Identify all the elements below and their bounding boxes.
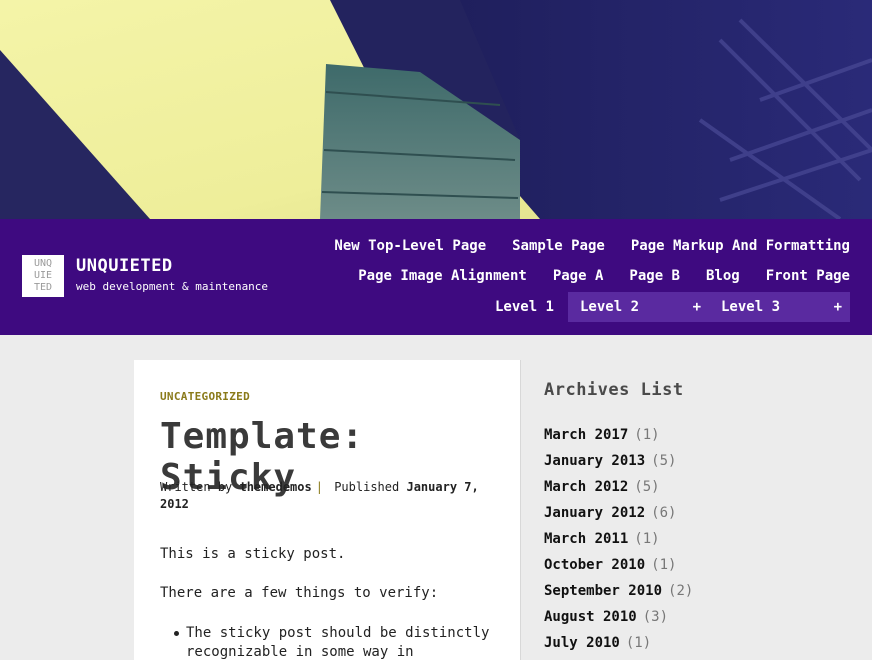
expand-icon[interactable]: + bbox=[834, 299, 842, 315]
logo-line: UNQ bbox=[33, 258, 53, 269]
nav-item-page-b[interactable]: Page B bbox=[629, 268, 680, 284]
archive-count: (2) bbox=[668, 583, 694, 599]
archive-count: (1) bbox=[634, 531, 660, 547]
nav-item-sample-page[interactable]: Sample Page bbox=[512, 238, 605, 254]
archive-link[interactable]: March 2017 bbox=[544, 427, 628, 443]
archive-link[interactable]: August 2010 bbox=[544, 609, 637, 625]
post-bullet-list: The sticky post should be distinctly rec… bbox=[174, 624, 494, 660]
post-author-link[interactable]: themedemos bbox=[239, 480, 311, 494]
archive-item: March 2017 (1) bbox=[544, 422, 854, 448]
post-meta: Written by themedemos | Published January… bbox=[160, 479, 490, 513]
primary-nav-row-2: Page Image Alignment Page A Page B Blog … bbox=[332, 268, 850, 284]
archive-count: (5) bbox=[651, 453, 677, 469]
archives-list: March 2017 (1) January 2013 (5) March 2012… bbox=[544, 422, 854, 656]
archive-item: July 2010 (1) bbox=[544, 630, 854, 656]
archive-link[interactable]: July 2010 bbox=[544, 635, 620, 651]
nav-item-level-3-label: Level 3 bbox=[721, 299, 781, 315]
post-article: UNCATEGORIZED Template: Sticky Written b… bbox=[134, 360, 521, 660]
meta-separator: | bbox=[315, 480, 323, 494]
expand-icon[interactable]: + bbox=[693, 299, 701, 315]
nav-item-front-page[interactable]: Front Page bbox=[766, 268, 850, 284]
nav-item-level-2-label: Level 2 bbox=[580, 299, 640, 315]
site-header: UNQ UIE TED UNQUIETED web development & … bbox=[0, 219, 872, 335]
archive-link[interactable]: January 2012 bbox=[544, 505, 645, 521]
archive-count: (6) bbox=[651, 505, 677, 521]
archive-item: March 2011 (1) bbox=[544, 526, 854, 552]
archive-item: March 2012 (5) bbox=[544, 474, 854, 500]
site-logo[interactable]: UNQ UIE TED bbox=[22, 255, 64, 297]
primary-nav-row-3: Level 1 Level 2 + Level 3 + bbox=[495, 292, 850, 322]
site-title[interactable]: UNQUIETED bbox=[76, 256, 173, 276]
archive-item: January 2013 (5) bbox=[544, 448, 854, 474]
archive-link[interactable]: January 2013 bbox=[544, 453, 645, 469]
submenu-dropdown: Level 2 + Level 3 + bbox=[568, 292, 850, 322]
sidebar: Archives List March 2017 (1) January 2013… bbox=[544, 380, 854, 656]
nav-item-page-markup-and-formatting[interactable]: Page Markup And Formatting bbox=[631, 238, 850, 254]
widget-title-archives: Archives List bbox=[544, 380, 684, 400]
archive-count: (1) bbox=[634, 427, 660, 443]
post-paragraph: There are a few things to verify: bbox=[160, 585, 439, 601]
site-description: web development & maintenance bbox=[76, 280, 269, 293]
header-image bbox=[0, 0, 872, 219]
archive-item: October 2010 (1) bbox=[544, 552, 854, 578]
archive-count: (5) bbox=[634, 479, 660, 495]
list-item: The sticky post should be distinctly rec… bbox=[174, 624, 494, 660]
nav-item-level-2[interactable]: Level 2 + bbox=[568, 292, 709, 322]
meta-published: Published bbox=[334, 480, 400, 494]
archive-item: August 2010 (3) bbox=[544, 604, 854, 630]
archive-count: (1) bbox=[651, 557, 677, 573]
logo-line: UIE bbox=[33, 270, 53, 281]
nav-item-new-top-level-page[interactable]: New Top-Level Page bbox=[334, 238, 486, 254]
archive-count: (1) bbox=[625, 635, 652, 651]
nav-item-level-3[interactable]: Level 3 + bbox=[709, 292, 850, 322]
archive-link[interactable]: October 2010 bbox=[544, 557, 645, 573]
post-category-link[interactable]: UNCATEGORIZED bbox=[160, 390, 250, 403]
archive-item: September 2010 (2) bbox=[544, 578, 854, 604]
logo-line: TED bbox=[33, 282, 53, 293]
nav-item-page-image-alignment[interactable]: Page Image Alignment bbox=[358, 268, 527, 284]
meta-written-by: Written by bbox=[160, 480, 233, 494]
archive-item: January 2012 (6) bbox=[544, 500, 854, 526]
nav-item-level-1[interactable]: Level 1 bbox=[495, 299, 554, 315]
archive-link[interactable]: March 2012 bbox=[544, 479, 628, 495]
nav-item-page-a[interactable]: Page A bbox=[553, 268, 604, 284]
archive-link[interactable]: September 2010 bbox=[544, 583, 662, 599]
archive-count: (3) bbox=[642, 609, 669, 625]
nav-item-blog[interactable]: Blog bbox=[706, 268, 740, 284]
archive-link[interactable]: March 2011 bbox=[544, 531, 628, 547]
post-paragraph: This is a sticky post. bbox=[160, 546, 346, 562]
primary-nav-row-1: New Top-Level Page Sample Page Page Mark… bbox=[308, 238, 850, 254]
